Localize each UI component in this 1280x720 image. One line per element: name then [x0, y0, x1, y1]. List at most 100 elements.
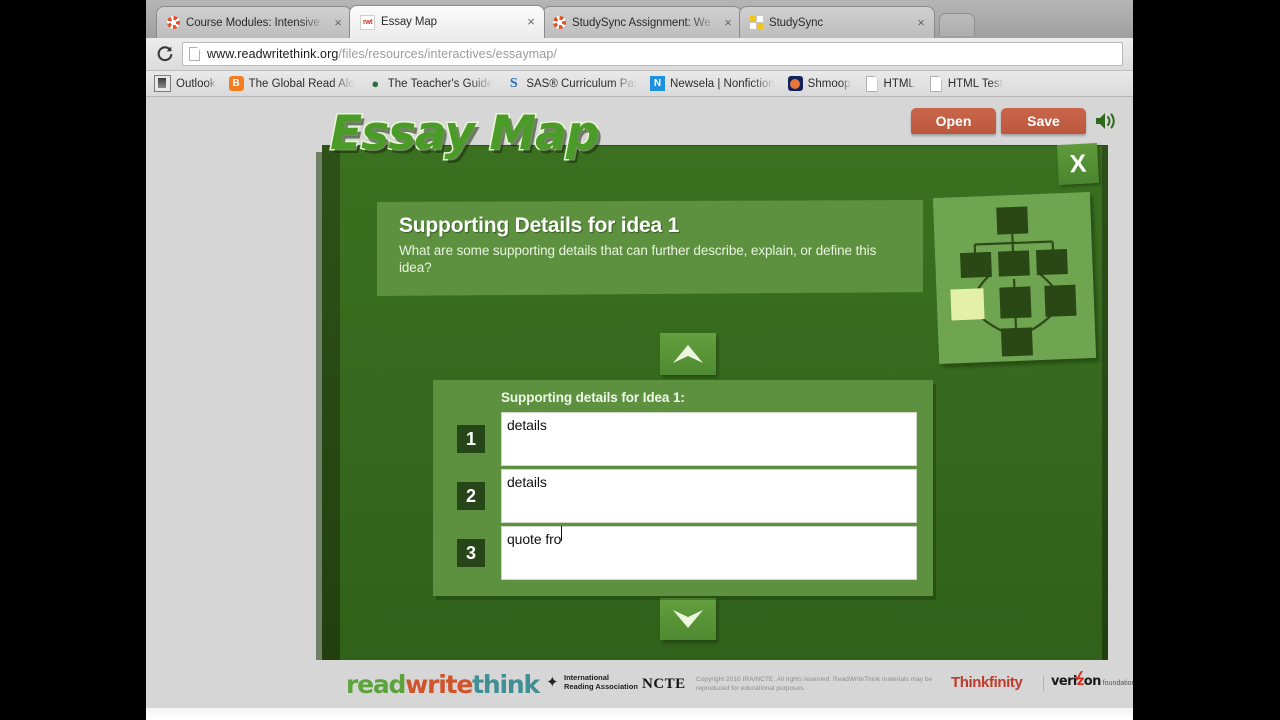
detail-number-badge: 2 [457, 482, 485, 510]
ring-icon [167, 16, 180, 29]
logo-write: write [405, 670, 473, 699]
detail-input-value: details [507, 417, 547, 433]
close-icon[interactable]: × [524, 15, 538, 29]
bookmark-label: The Teacher's Guide [387, 77, 494, 90]
bookmark-newsela[interactable]: N Newsela | Nonfiction [650, 76, 775, 91]
url-text: www.readwritethink.org/files/resources/i… [207, 47, 557, 61]
next-step-button[interactable] [660, 598, 716, 640]
bookmarks-bar: Outlook B The Global Read Alo ● The Teac… [146, 71, 1133, 97]
browser-tab-studysync[interactable]: StudySync × [739, 6, 935, 38]
url-domain: www.readwritethink.org [207, 47, 339, 61]
new-tab-button[interactable] [939, 13, 975, 36]
browser-tab-essay-map[interactable]: rwt Essay Map × [349, 5, 545, 38]
document-icon [928, 76, 943, 91]
detail-row: 3 quote fro [457, 526, 917, 580]
verizon-foundation-logo: ✓ verizon foundation [1043, 667, 1133, 691]
close-icon[interactable]: × [914, 16, 928, 30]
verizon-check-icon: ✓ [1071, 667, 1087, 686]
logo-read: read [346, 670, 406, 699]
bookmark-html-test[interactable]: HTML Test [928, 76, 1003, 91]
detail-input-value: quote fro [507, 531, 562, 547]
ira-logo: ✦ International Reading Association [546, 673, 638, 691]
banner-description: What are some supporting details that ca… [399, 243, 877, 275]
detail-row: 2 details [457, 469, 917, 523]
detail-input-value: details [507, 474, 547, 490]
bookmark-sas-curriculum-pathways[interactable]: S SAS® Curriculum Pat [506, 76, 637, 91]
app-title-text: Essay Map [329, 105, 601, 163]
essay-map-stage: Essay Map Open Save X Supporting Details… [146, 98, 1133, 720]
bookmark-the-teachers-guide[interactable]: ● The Teacher's Guide [368, 76, 494, 91]
rwt-icon: rwt [360, 14, 375, 30]
shmoop-icon [787, 76, 803, 91]
open-button[interactable]: Open [911, 108, 996, 134]
save-button[interactable]: Save [1001, 108, 1086, 134]
sound-icon[interactable] [1094, 110, 1118, 132]
browser-tab-strip: Course Modules: Intensive × rwt Essay Ma… [146, 0, 1133, 38]
detail-number-badge: 3 [457, 539, 485, 567]
supporting-details-panel: Supporting details for Idea 1: 1 details… [433, 380, 933, 596]
detail-input-1[interactable]: details [501, 412, 917, 466]
detail-input-2[interactable]: details [501, 469, 917, 523]
ira-text: International Reading Association [564, 673, 638, 691]
address-bar[interactable]: www.readwritethink.org/files/resources/i… [182, 42, 1123, 66]
logo-think: think [472, 670, 540, 699]
bookmark-label: HTML Test [947, 77, 1003, 90]
close-icon[interactable]: × [721, 16, 735, 30]
grid-icon [750, 16, 763, 29]
outlook-icon [154, 75, 171, 92]
bookmark-label: Shmoop [807, 77, 851, 90]
close-button[interactable]: X [1056, 142, 1100, 186]
bookmark-outlook[interactable]: Outlook [154, 75, 216, 92]
verizon-sub: foundation [1102, 680, 1133, 687]
banner-heading: Supporting Details for idea 1 [399, 214, 680, 237]
bookmark-label: Newsela | Nonfiction [670, 77, 775, 90]
bookmark-label: Outlook [176, 77, 216, 90]
thinkfinity-logo: Thinkfinity [951, 674, 1023, 691]
instruction-banner: Supporting Details for idea 1 What are s… [377, 200, 923, 296]
bookmark-label: The Global Read Alo [248, 77, 355, 90]
tab-title: StudySync Assignment: We [572, 16, 711, 29]
bookmark-label: HTML [883, 77, 915, 90]
detail-row: 1 details [457, 412, 917, 466]
page-footer: readwritethink ✦ International Reading A… [146, 660, 1133, 708]
document-icon [864, 76, 879, 91]
browser-tab-studysync-assignment[interactable]: StudySync Assignment: We × [542, 6, 742, 38]
bookmark-html[interactable]: HTML [864, 76, 915, 91]
ira-line2: Reading Association [564, 681, 638, 691]
readwritethink-logo: readwritethink [346, 670, 540, 699]
reload-icon[interactable] [154, 43, 176, 65]
supporting-details-label: Supporting details for Idea 1: [501, 390, 685, 405]
newsela-icon: N [650, 76, 666, 91]
essay-map-minimap[interactable] [932, 192, 1097, 364]
bookmark-label: SAS® Curriculum Pat [526, 77, 638, 90]
letterbox-right [1133, 0, 1280, 720]
bookmark-the-global-read-aloud[interactable]: B The Global Read Alo [228, 76, 355, 91]
bookmark-shmoop[interactable]: Shmoop [787, 76, 851, 91]
detail-input-3[interactable]: quote fro [501, 526, 917, 580]
url-path: /files/resources/interactives/essaymap/ [338, 47, 557, 61]
tab-title: Essay Map [381, 16, 437, 28]
logo-divider [1043, 675, 1044, 691]
ncte-logo: NCTE [642, 676, 686, 692]
sas-icon: S [509, 76, 518, 91]
page-viewport: Essay Map Open Save X Supporting Details… [146, 98, 1133, 720]
footer-band [146, 708, 1133, 720]
page-icon [189, 47, 200, 61]
close-icon[interactable]: × [331, 16, 345, 30]
browser-navigation-bar: www.readwritethink.org/files/resources/i… [146, 38, 1133, 71]
copyright-text: Copyright 2010 IRA/NCTE. All rights rese… [696, 676, 933, 692]
letterbox-left [0, 0, 146, 720]
detail-number-badge: 1 [457, 425, 485, 453]
screen: Course Modules: Intensive × rwt Essay Ma… [0, 0, 1280, 720]
previous-step-button[interactable] [660, 333, 716, 375]
browser-tab-course-modules[interactable]: Course Modules: Intensive × [156, 6, 352, 38]
tab-title: StudySync [769, 16, 824, 29]
blogger-icon: B [228, 76, 244, 91]
ring-icon [553, 16, 566, 29]
apple-icon: ● [371, 76, 380, 91]
text-cursor [561, 526, 563, 541]
tab-title: Course Modules: Intensive [186, 16, 320, 29]
browser-window: Course Modules: Intensive × rwt Essay Ma… [146, 0, 1133, 720]
ira-mark-icon: ✦ [546, 673, 559, 691]
app-title: Essay Map [329, 104, 850, 166]
